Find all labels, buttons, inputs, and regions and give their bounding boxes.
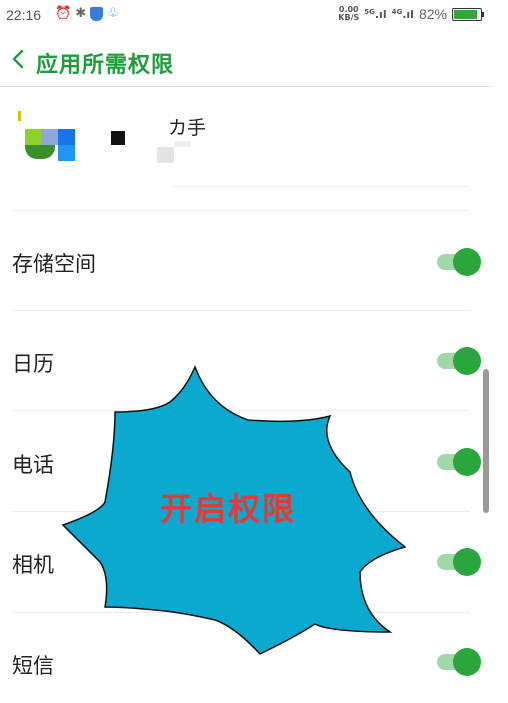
status-icons-left: ⏰ ✱ ♧ [55,6,119,22]
calendar-toggle[interactable] [437,347,483,375]
divider [12,210,470,211]
toggle-knob [453,448,481,476]
network-speed: 0.00 KB/S [338,6,359,22]
permission-label: 短信 [12,654,54,678]
app-name: カ手 [168,117,207,139]
network-speed-unit: KB/S [338,13,360,22]
signal-icon-1: 5G.ıl [364,7,387,21]
signal-2-label: 4G [391,7,403,16]
signal-icon-2: 4G.ıl [391,7,414,21]
storage-toggle[interactable] [437,248,483,276]
permission-label: 存储空间 [12,252,96,276]
redacted-block [111,131,125,145]
redacted-bar [174,141,190,147]
status-time: 22:16 [6,7,42,23]
toggle-knob [453,347,481,375]
permission-label: 相机 [12,553,54,577]
page-header: 应用所需权限 [0,38,492,87]
back-arrow-icon[interactable] [8,45,30,73]
page-title: 应用所需权限 [36,53,175,78]
battery-percent: 82% [418,6,447,22]
permission-label: 电话 [12,453,54,477]
signal-1-label: 5G [364,7,375,16]
permission-label: 日历 [12,352,54,376]
alarm-icon: ⏰ [55,6,72,21]
divider [12,310,470,311]
toggle-knob [453,648,481,676]
status-bar: 22:16 ⏰ ✱ ♧ 0.00 KB/S 5G.ıl 4G.ıl 82% [0,0,508,32]
starburst-text: 开启权限 [160,490,297,528]
redacted-block-gray [157,147,174,163]
qq-icon: ♧ [107,6,119,21]
app-logo [14,111,76,165]
camera-toggle[interactable] [437,548,483,576]
battery-fill [454,9,477,19]
shield-app-icon [90,7,104,21]
toggle-knob [453,248,481,276]
bluetooth-icon: ✱ [75,6,87,21]
sms-toggle[interactable] [437,648,483,676]
status-icons-right: 0.00 KB/S 5G.ıl 4G.ıl 82% [338,6,484,22]
toggle-knob [453,548,481,576]
phone-toggle[interactable] [437,448,483,476]
battery-icon [452,7,484,21]
scrollbar[interactable] [483,369,489,513]
divider [172,186,470,187]
